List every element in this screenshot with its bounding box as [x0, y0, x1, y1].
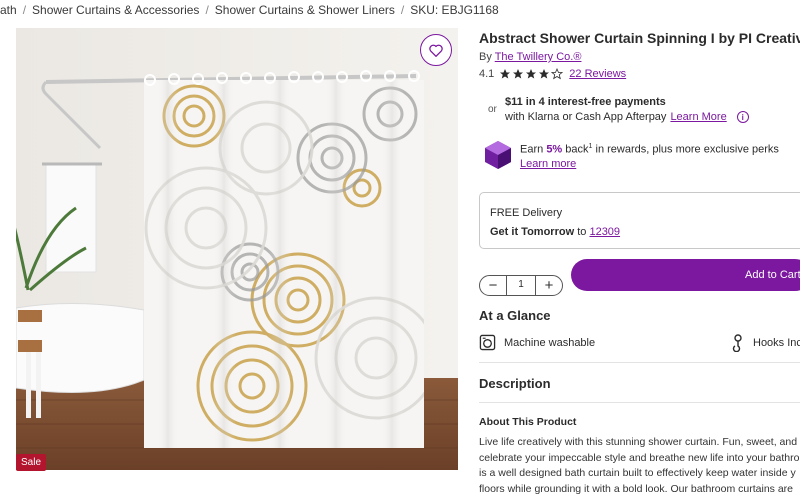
section-divider	[479, 362, 800, 363]
machine-washable-label: Machine washable	[504, 336, 596, 349]
quantity-increase-button[interactable]: +	[536, 276, 562, 295]
rewards-gem-icon	[485, 141, 511, 169]
breadcrumb-link[interactable]: ath	[0, 3, 17, 17]
free-delivery-label: FREE Delivery	[490, 207, 563, 219]
breadcrumb-separator: /	[400, 3, 405, 17]
or-label: or	[488, 104, 497, 115]
rating-value: 4.1	[479, 68, 495, 80]
at-a-glance-heading: At a Glance	[479, 308, 551, 323]
section-divider	[479, 402, 800, 403]
quantity-decrease-button[interactable]: −	[480, 276, 506, 295]
description-line: floors while grounding it with a bold lo…	[479, 482, 793, 495]
info-icon[interactable]: i	[736, 111, 749, 123]
rewards-footnote: 1	[588, 143, 593, 150]
star-full-icon	[500, 69, 511, 79]
heart-icon	[429, 44, 443, 57]
description-body: Live life creatively with this stunning …	[479, 435, 800, 495]
hook-icon	[732, 334, 742, 352]
description-heading[interactable]: Description	[479, 376, 551, 391]
star-rating	[499, 68, 564, 80]
breadcrumb-link[interactable]: Shower Curtains & Shower Liners	[215, 3, 395, 17]
shower-curtain-illustration	[16, 28, 458, 470]
star-empty-icon	[551, 68, 564, 80]
quantity-stepper: − 1 +	[479, 275, 563, 296]
feature-hooks-included: Hooks Included	[731, 334, 800, 352]
delivery-to: to	[577, 226, 587, 238]
installment-learn-more-link[interactable]: Learn More	[670, 111, 726, 123]
brand-line: By The Twillery Co.®	[479, 51, 581, 63]
rating-row: 4.1 22 Reviews	[479, 68, 626, 80]
installment-providers: with Klarna or Cash App Afterpay Learn M…	[505, 111, 749, 123]
reviews-link[interactable]: 22 Reviews	[569, 68, 626, 80]
breadcrumb: ath / Shower Curtains & Accessories / Shower…	[0, 3, 499, 17]
feature-machine-washable: Machine washable	[479, 334, 595, 351]
washing-machine-icon	[479, 334, 496, 351]
breadcrumb-link[interactable]: Shower Curtains & Accessories	[32, 3, 199, 17]
zip-code-link[interactable]: 12309	[589, 226, 620, 238]
quantity-input[interactable]: 1	[506, 275, 536, 296]
delivery-box: FREE Delivery Get it Tomorrow to 12309	[479, 192, 800, 249]
rewards-percent: 5%	[546, 143, 563, 156]
add-to-favorites-button[interactable]	[420, 34, 452, 66]
brand-link[interactable]: The Twillery Co.®	[495, 51, 582, 63]
add-to-cart-button[interactable]: Add to Cart	[571, 259, 800, 291]
delivery-date: Get it Tomorrow	[490, 226, 575, 238]
rewards-text: Earn 5% back1 in rewards, plus more excl…	[520, 143, 779, 156]
star-full-icon	[539, 69, 550, 79]
installment-summary: $11 in 4 interest-free payments	[505, 96, 666, 108]
about-product-heading: About This Product	[479, 416, 577, 428]
by-label: By	[479, 51, 492, 63]
sale-badge: Sale	[16, 454, 47, 471]
product-title: Abstract Shower Curtain Spinning I by PI…	[479, 30, 800, 46]
breadcrumb-separator: /	[205, 3, 209, 17]
description-line: is a well designed bath curtain built to…	[479, 467, 796, 479]
delivery-estimate: Get it Tomorrow to 12309	[490, 226, 620, 238]
breadcrumb-separator: /	[22, 3, 27, 17]
hooks-included-label: Hooks Included	[753, 337, 800, 349]
description-line: Live life creatively with this stunning …	[479, 436, 800, 448]
rewards-learn-more-link[interactable]: Learn more	[520, 158, 576, 170]
star-full-icon	[526, 69, 537, 79]
rewards-earn: Earn	[520, 143, 544, 156]
product-info-panel: Abstract Shower Curtain Spinning I by PI…	[479, 0, 800, 495]
installment-providers-text: with Klarna or Cash App Afterpay	[505, 111, 667, 123]
rewards-back: back	[565, 143, 589, 156]
rewards-rest: in rewards, plus more exclusive perks	[595, 143, 779, 156]
star-full-icon	[513, 69, 524, 79]
product-image[interactable]	[16, 28, 458, 470]
description-line: celebrate your impeccable style and brea…	[479, 451, 800, 464]
